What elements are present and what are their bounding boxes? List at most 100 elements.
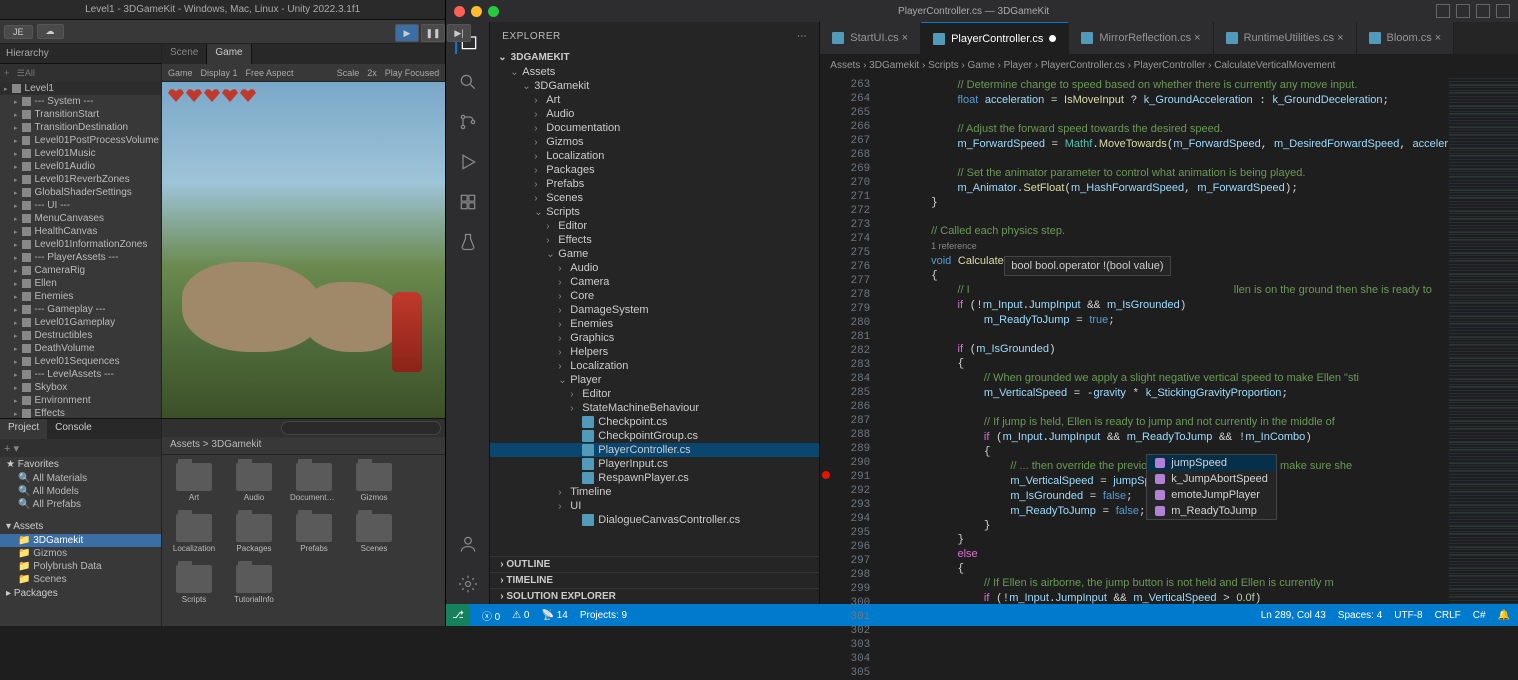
- hierarchy-item[interactable]: Level1: [0, 82, 161, 95]
- hierarchy-item[interactable]: --- LevelAssets ---: [0, 368, 161, 381]
- source-control-icon[interactable]: [456, 110, 480, 134]
- hierarchy-tree[interactable]: Level1--- System ---TransitionStartTrans…: [0, 82, 161, 418]
- hierarchy-item[interactable]: MenuCanvases: [0, 212, 161, 225]
- hierarchy-item[interactable]: TransitionStart: [0, 108, 161, 121]
- hierarchy-item[interactable]: --- UI ---: [0, 199, 161, 212]
- folder-item[interactable]: Player: [490, 373, 819, 387]
- hierarchy-item[interactable]: Level01Audio: [0, 160, 161, 173]
- favorite-item[interactable]: 🔍 All Models: [0, 485, 161, 498]
- game-tab[interactable]: Game: [207, 44, 251, 64]
- file-item[interactable]: Checkpoint.cs: [490, 415, 819, 429]
- account-icon[interactable]: [456, 532, 480, 556]
- indent[interactable]: Spaces: 4: [1338, 610, 1382, 621]
- minimize-window[interactable]: [471, 6, 482, 17]
- file-item[interactable]: CheckpointGroup.cs: [490, 429, 819, 443]
- file-item[interactable]: PlayerInput.cs: [490, 457, 819, 471]
- hierarchy-item[interactable]: HealthCanvas: [0, 225, 161, 238]
- assets-section[interactable]: ▾ Assets: [0, 519, 161, 534]
- asset-item[interactable]: 📁 Gizmos: [0, 547, 161, 560]
- project-section[interactable]: 3DGAMEKIT: [490, 50, 819, 65]
- hierarchy-item[interactable]: Effects: [0, 407, 161, 418]
- hierarchy-item[interactable]: Level01Sequences: [0, 355, 161, 368]
- hierarchy-tab[interactable]: Hierarchy: [0, 44, 161, 64]
- notifications[interactable]: 🔔: [1498, 610, 1510, 621]
- favorite-item[interactable]: 🔍 All Prefabs: [0, 498, 161, 511]
- folder-item[interactable]: Localization: [490, 149, 819, 163]
- folder-item[interactable]: Audio: [490, 107, 819, 121]
- editor-tab[interactable]: MirrorReflection.cs ×: [1069, 22, 1213, 54]
- hierarchy-item[interactable]: Level01InformationZones: [0, 238, 161, 251]
- timeline-section[interactable]: TIMELINE: [490, 572, 819, 588]
- folder-item[interactable]: 3DGamekit: [490, 79, 819, 93]
- game-view[interactable]: [162, 82, 445, 418]
- folder-item[interactable]: Editor: [490, 387, 819, 401]
- folder-item[interactable]: Helpers: [490, 345, 819, 359]
- folder-item[interactable]: Documentation: [290, 463, 338, 502]
- intellisense-popup[interactable]: jumpSpeedk_JumpAbortSpeedemoteJumpPlayer…: [1146, 454, 1277, 520]
- step-button[interactable]: ▶|: [447, 24, 471, 42]
- maximize-window[interactable]: [488, 6, 499, 17]
- folder-item[interactable]: Localization: [490, 359, 819, 373]
- play-button[interactable]: ▶: [395, 24, 419, 42]
- warnings-count[interactable]: ⚠ 0: [512, 610, 529, 621]
- folder-item[interactable]: Gizmos: [350, 463, 398, 502]
- folder-item[interactable]: Graphics: [490, 331, 819, 345]
- file-item[interactable]: PlayerController.cs: [490, 443, 819, 457]
- folder-item[interactable]: Scripts: [170, 565, 218, 604]
- language[interactable]: C#: [1473, 610, 1486, 621]
- folder-item[interactable]: Art: [170, 463, 218, 502]
- folder-item[interactable]: Packages: [490, 163, 819, 177]
- file-item[interactable]: DialogueCanvasController.cs: [490, 513, 819, 527]
- hierarchy-item[interactable]: --- System ---: [0, 95, 161, 108]
- intellisense-item[interactable]: k_JumpAbortSpeed: [1147, 471, 1276, 487]
- folder-item[interactable]: Camera: [490, 275, 819, 289]
- explorer-tree[interactable]: Assets3DGamekitArtAudioDocumentationGizm…: [490, 65, 819, 556]
- intellisense-item[interactable]: m_ReadyToJump: [1147, 503, 1276, 519]
- hierarchy-item[interactable]: GlobalShaderSettings: [0, 186, 161, 199]
- test-icon[interactable]: [456, 230, 480, 254]
- layout-icon[interactable]: [1456, 4, 1470, 18]
- asset-item[interactable]: 📁 Scenes: [0, 573, 161, 586]
- folder-item[interactable]: Enemies: [490, 317, 819, 331]
- asset-item[interactable]: 📁 Polybrush Data: [0, 560, 161, 573]
- layout-icon[interactable]: [1476, 4, 1490, 18]
- hierarchy-item[interactable]: Level01ReverbZones: [0, 173, 161, 186]
- hierarchy-item[interactable]: --- PlayerAssets ---: [0, 251, 161, 264]
- project-search[interactable]: [281, 421, 441, 435]
- cursor-pos[interactable]: Ln 289, Col 43: [1261, 610, 1326, 621]
- more-icon[interactable]: ⋯: [797, 31, 808, 42]
- intellisense-item[interactable]: emoteJumpPlayer: [1147, 487, 1276, 503]
- file-item[interactable]: RespawnPlayer.cs: [490, 471, 819, 485]
- intellisense-item[interactable]: jumpSpeed: [1147, 455, 1276, 471]
- folder-item[interactable]: Scenes: [490, 191, 819, 205]
- hierarchy-item[interactable]: Ellen: [0, 277, 161, 290]
- eol[interactable]: CRLF: [1435, 610, 1461, 621]
- radio-count[interactable]: 📡 14: [541, 610, 567, 621]
- hierarchy-item[interactable]: Level01Music: [0, 147, 161, 160]
- hierarchy-item[interactable]: Level01PostProcessVolume: [0, 134, 161, 147]
- hierarchy-item[interactable]: Level01Gameplay: [0, 316, 161, 329]
- game-dropdown[interactable]: Game: [168, 68, 193, 78]
- breakpoint-icon[interactable]: [822, 471, 830, 479]
- console-tab[interactable]: Console: [47, 419, 100, 439]
- project-toolbar[interactable]: + ▾: [0, 439, 161, 457]
- project-search-bar[interactable]: [162, 419, 445, 437]
- editor-tab[interactable]: RuntimeUtilities.cs ×: [1214, 22, 1357, 54]
- folder-grid[interactable]: ArtAudioDocumentationGizmosLocalizationP…: [162, 455, 445, 626]
- projects[interactable]: Projects: 9: [580, 610, 627, 621]
- folder-item[interactable]: Prefabs: [290, 514, 338, 553]
- folder-item[interactable]: Art: [490, 93, 819, 107]
- hierarchy-item[interactable]: Destructibles: [0, 329, 161, 342]
- editor-tab[interactable]: StartUI.cs ×: [820, 22, 921, 54]
- hierarchy-item[interactable]: Skybox: [0, 381, 161, 394]
- folder-item[interactable]: Gizmos: [490, 135, 819, 149]
- hierarchy-item[interactable]: Enemies: [0, 290, 161, 303]
- account-button[interactable]: JE: [4, 25, 33, 39]
- folder-item[interactable]: UI: [490, 499, 819, 513]
- folder-item[interactable]: Localization: [170, 514, 218, 553]
- folder-item[interactable]: Editor: [490, 219, 819, 233]
- editor-tab[interactable]: PlayerController.cs: [921, 22, 1069, 54]
- breadcrumb[interactable]: Assets › 3DGamekit › Scripts › Game › Pl…: [820, 54, 1518, 76]
- remote-indicator[interactable]: ⎇: [446, 604, 470, 626]
- code-editor[interactable]: // Determine change to speed based on wh…: [878, 76, 1448, 604]
